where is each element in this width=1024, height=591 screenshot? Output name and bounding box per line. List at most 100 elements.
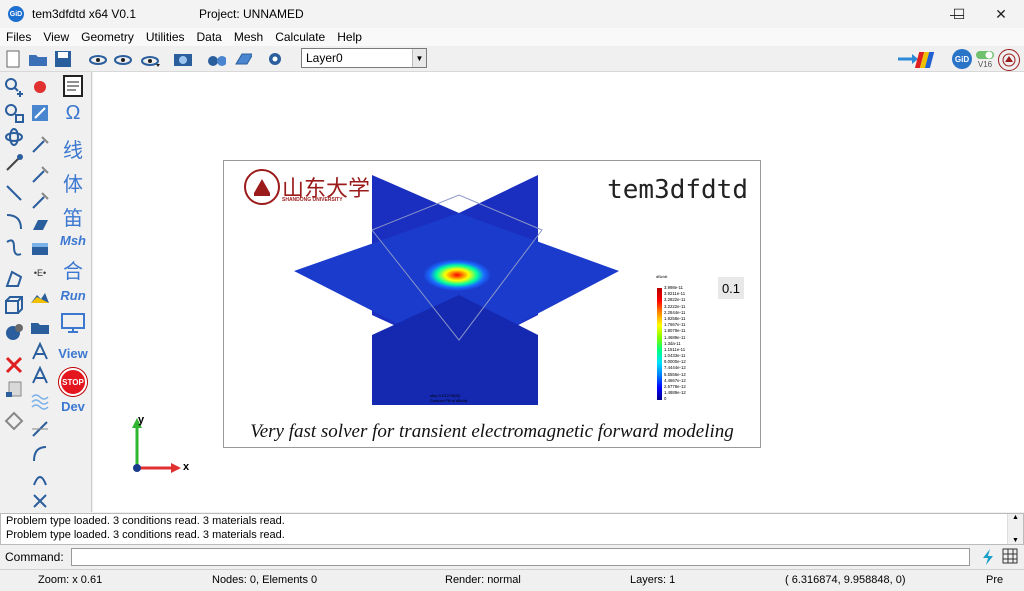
chevron-down-icon[interactable]: ▼ xyxy=(412,49,426,67)
grid-icon[interactable] xyxy=(1002,548,1018,566)
menu-help[interactable]: Help xyxy=(331,30,368,44)
scroll-down-icon[interactable]: ▼ xyxy=(1012,537,1019,544)
brush-icon[interactable] xyxy=(29,102,51,124)
omega-icon[interactable]: Ω xyxy=(61,102,85,124)
layer-box-icon[interactable] xyxy=(29,238,51,260)
menu-utilities[interactable]: Utilities xyxy=(140,30,191,44)
menu-bar: Files View Geometry Utilities Data Mesh … xyxy=(0,28,1024,46)
open-folder-icon[interactable] xyxy=(28,49,48,69)
view-button[interactable]: View xyxy=(56,346,90,361)
delete-icon[interactable] xyxy=(3,354,25,376)
surface-mesh-icon[interactable] xyxy=(29,214,51,236)
run-button[interactable]: Run xyxy=(56,288,90,303)
time-value-box: 0.1 xyxy=(718,277,744,299)
university-seal-icon[interactable] xyxy=(998,49,1020,71)
volume-cjk-button[interactable]: 体 xyxy=(60,168,86,197)
status-render: Render: normal xyxy=(445,574,521,586)
record-icon[interactable] xyxy=(29,76,51,98)
rotate-icon[interactable] xyxy=(3,126,25,148)
command-input[interactable] xyxy=(71,548,970,566)
settings-gear-icon[interactable] xyxy=(265,49,285,69)
line-cjk-button[interactable]: 线 xyxy=(60,134,86,163)
layer-select-value: Layer0 xyxy=(306,51,343,65)
mesh-view-1-icon[interactable] xyxy=(29,340,51,362)
create-object-icon[interactable] xyxy=(3,320,25,342)
notepad-icon[interactable] xyxy=(61,74,85,98)
version-toggle[interactable]: V16 xyxy=(974,49,996,69)
terrain-icon[interactable] xyxy=(29,286,51,308)
new-file-icon[interactable] xyxy=(3,49,23,69)
msh-button[interactable]: Msh xyxy=(56,233,90,248)
create-arc-icon[interactable] xyxy=(3,210,25,232)
graphics-canvas[interactable]: 山东大学 SHANDONG UNIVERSITY tem3dfdtd dBz/d… xyxy=(93,72,1024,512)
element-type-icon[interactable]: •E• xyxy=(29,262,51,284)
main-toolbar: GiD V16 xyxy=(0,46,1024,72)
legend-title: dBz/dt xyxy=(656,274,668,279)
folder-icon[interactable] xyxy=(29,316,51,338)
lightning-icon[interactable] xyxy=(980,548,996,566)
rainbow-arrow-icon[interactable] xyxy=(896,49,940,69)
rotate-view-icon[interactable] xyxy=(88,49,108,69)
monitor-icon[interactable] xyxy=(60,312,86,334)
maximize-button[interactable]: ☐ xyxy=(936,0,982,28)
stop-button[interactable]: STOP xyxy=(59,368,87,396)
anomaly-hotspot xyxy=(423,259,491,291)
create-nurbs-icon[interactable] xyxy=(3,236,25,258)
render-icon[interactable] xyxy=(206,49,226,69)
mesh-view-2-icon[interactable] xyxy=(29,364,51,386)
mesh-tool-1-icon[interactable] xyxy=(29,134,51,156)
zoom-frame-icon[interactable] xyxy=(3,102,25,124)
menu-view[interactable]: View xyxy=(37,30,75,44)
message-scrollbar[interactable]: ▲ ▼ xyxy=(1007,514,1023,544)
legend-tick: 0 xyxy=(664,396,667,402)
message-log[interactable]: Problem type loaded. 3 conditions read. … xyxy=(0,513,1024,545)
status-bar: Zoom: x 0.61 Nodes: 0, Elements 0 Render… xyxy=(0,569,1024,591)
axis-x-label: x xyxy=(183,461,190,473)
menu-geometry[interactable]: Geometry xyxy=(75,30,140,44)
university-logo-icon xyxy=(244,169,280,205)
command-label: Command: xyxy=(5,550,64,564)
screenshot-icon[interactable] xyxy=(173,49,193,69)
left-toolbar: •E• Ω 线 体 笛 Msh 合 Run View STOP Dev xyxy=(0,72,92,512)
rotate-view-2-icon[interactable] xyxy=(113,49,133,69)
zoom-in-icon[interactable] xyxy=(3,76,25,98)
layer-select[interactable]: Layer0 ▼ xyxy=(301,48,427,68)
view-options-icon[interactable] xyxy=(140,49,160,69)
command-row: Command: xyxy=(0,545,1024,569)
slash-tool-icon[interactable] xyxy=(29,418,51,440)
move-icon[interactable] xyxy=(3,410,25,432)
legend-ticks: 3.998e-11 3.9211e-11 3.2822e-11 3.2222e-… xyxy=(664,285,714,403)
flute-cjk-button[interactable]: 笛 xyxy=(60,202,86,231)
create-point-icon[interactable] xyxy=(3,152,25,174)
version-label: V16 xyxy=(977,59,993,69)
menu-files[interactable]: Files xyxy=(0,30,37,44)
create-surface-icon[interactable] xyxy=(3,268,25,290)
mesh-tool-2-icon[interactable] xyxy=(29,164,51,186)
status-zoom: Zoom: x 0.61 xyxy=(38,574,103,586)
status-mode: Pre xyxy=(986,574,1004,586)
mesh-tool-3-icon[interactable] xyxy=(29,190,51,212)
step-info: step 0.01279833 Contour Fill of dBz/dt xyxy=(430,393,467,403)
axes-triad: y x xyxy=(129,412,199,479)
save-icon[interactable] xyxy=(53,49,73,69)
dev-button[interactable]: Dev xyxy=(56,399,90,414)
surface-icon[interactable] xyxy=(232,49,252,69)
wave-icon[interactable] xyxy=(29,390,51,412)
curve-tool-icon[interactable] xyxy=(29,442,51,464)
create-line-icon[interactable] xyxy=(3,182,25,204)
gid-badge-icon[interactable]: GiD xyxy=(952,49,972,69)
app-title: tem3dfdtd x64 V0.1 xyxy=(32,7,137,21)
menu-mesh[interactable]: Mesh xyxy=(228,30,269,44)
menu-calculate[interactable]: Calculate xyxy=(269,30,331,44)
merge-cjk-button[interactable]: 合 xyxy=(60,255,86,284)
close-button[interactable]: ✕ xyxy=(978,0,1024,28)
create-volume-icon[interactable] xyxy=(3,294,25,316)
splash-panel: 山东大学 SHANDONG UNIVERSITY tem3dfdtd dBz/d… xyxy=(223,160,761,448)
split-tool-icon[interactable] xyxy=(29,466,51,488)
scroll-up-icon[interactable]: ▲ xyxy=(1012,514,1019,521)
splash-app-name: tem3dfdtd xyxy=(607,175,748,205)
copy-icon[interactable] xyxy=(3,378,25,400)
splash-tagline: Very fast solver for transient electroma… xyxy=(250,421,734,442)
cross-tool-icon[interactable] xyxy=(29,490,51,512)
menu-data[interactable]: Data xyxy=(191,30,228,44)
